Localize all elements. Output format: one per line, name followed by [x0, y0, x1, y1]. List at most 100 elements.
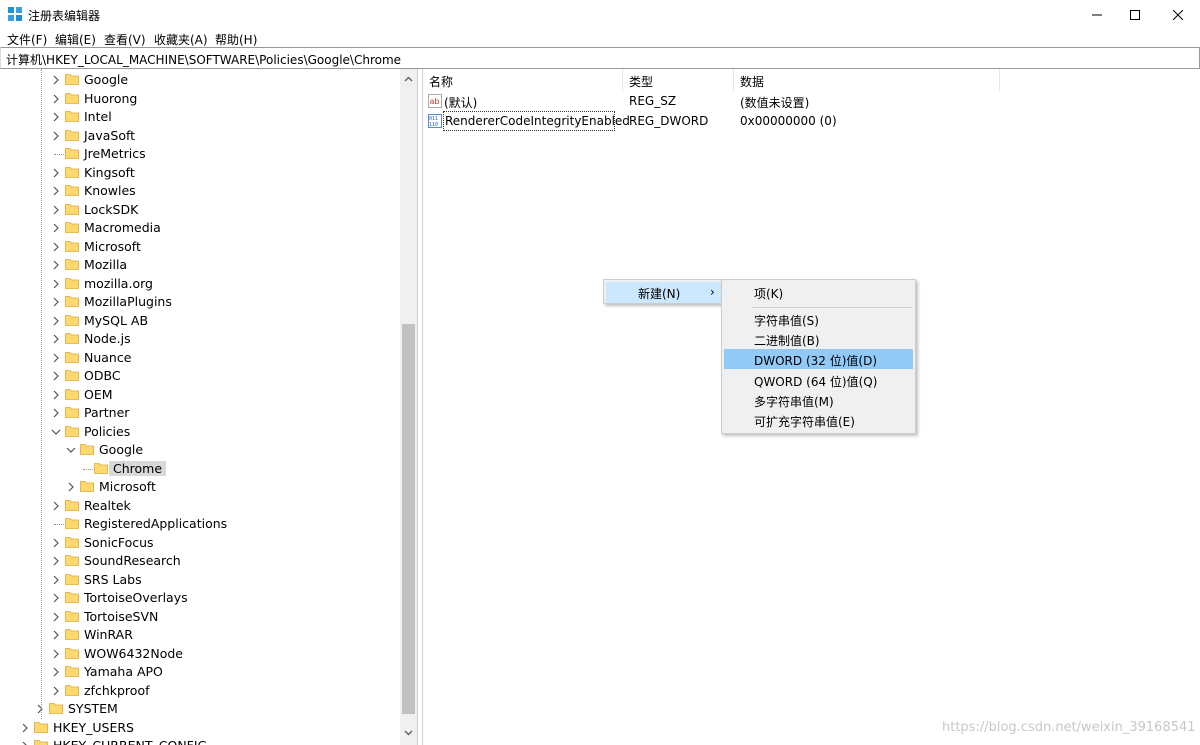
- column-header-data[interactable]: 数据: [734, 69, 1000, 91]
- chevron-right-icon[interactable]: [51, 168, 61, 178]
- tree-item[interactable]: mozilla.org: [0, 275, 400, 293]
- chevron-right-icon[interactable]: [51, 593, 61, 603]
- tree-item[interactable]: Google: [0, 441, 400, 459]
- column-header-name[interactable]: 名称: [423, 69, 623, 91]
- chevron-right-icon[interactable]: [51, 112, 61, 122]
- chevron-right-icon[interactable]: [51, 316, 61, 326]
- chevron-right-icon[interactable]: [51, 686, 61, 696]
- address-bar[interactable]: 计算机\HKEY_LOCAL_MACHINE\SOFTWARE\Policies…: [0, 47, 1200, 69]
- tree-item[interactable]: Google: [0, 71, 400, 89]
- scroll-up-icon[interactable]: [403, 74, 414, 85]
- tree-item[interactable]: SoundResearch: [0, 552, 400, 570]
- tree-item[interactable]: Microsoft: [0, 238, 400, 256]
- chevron-right-icon[interactable]: [51, 205, 61, 215]
- chevron-right-icon[interactable]: [51, 94, 61, 104]
- tree-item[interactable]: Knowles: [0, 182, 400, 200]
- tree-item[interactable]: MySQL AB: [0, 312, 400, 330]
- chevron-right-icon[interactable]: [51, 556, 61, 566]
- tree-item[interactable]: HKEY_CURRENT_CONFIG: [0, 737, 400, 745]
- chevron-right-icon[interactable]: [51, 279, 61, 289]
- chevron-right-icon[interactable]: [51, 242, 61, 252]
- chevron-right-icon[interactable]: [51, 612, 61, 622]
- context-menu-new[interactable]: 新建(N) ›: [606, 282, 722, 303]
- tree-item[interactable]: SonicFocus: [0, 534, 400, 552]
- chevron-right-icon[interactable]: [51, 186, 61, 196]
- chevron-right-icon[interactable]: [51, 390, 61, 400]
- column-header-type[interactable]: 类型: [623, 69, 734, 91]
- chevron-right-icon[interactable]: [35, 704, 45, 714]
- submenu-item-multi-string-value[interactable]: 多字符串值(M): [724, 390, 913, 410]
- chevron-right-icon[interactable]: [51, 353, 61, 363]
- tree-item[interactable]: Macromedia: [0, 219, 400, 237]
- chevron-right-icon[interactable]: [51, 297, 61, 307]
- menu-help[interactable]: 帮助(H): [215, 31, 257, 48]
- scroll-down-icon[interactable]: [403, 727, 414, 738]
- value-row[interactable]: 011 110 RendererCodeIntegrityEnabled REG…: [423, 111, 1200, 131]
- tree-item[interactable]: Huorong: [0, 90, 400, 108]
- tree-item[interactable]: TortoiseOverlays: [0, 589, 400, 607]
- submenu-item-qword-value[interactable]: QWORD (64 位)值(Q): [724, 370, 913, 390]
- chevron-right-icon[interactable]: [51, 630, 61, 640]
- tree-item[interactable]: Yamaha APO: [0, 663, 400, 681]
- chevron-right-icon[interactable]: [51, 667, 61, 677]
- chevron-right-icon[interactable]: [20, 741, 30, 745]
- chevron-down-icon[interactable]: [51, 427, 61, 437]
- value-row[interactable]: ab (默认) REG_SZ (数值未设置): [423, 91, 1200, 111]
- tree-item[interactable]: Microsoft: [0, 478, 400, 496]
- folder-icon: [65, 111, 79, 122]
- tree-item[interactable]: JavaSoft: [0, 127, 400, 145]
- tree-item[interactable]: Intel: [0, 108, 400, 126]
- submenu-item-label: DWORD (32 位)值(D): [754, 354, 877, 368]
- tree-item[interactable]: LockSDK: [0, 201, 400, 219]
- tree-item[interactable]: ODBC: [0, 367, 400, 385]
- chevron-right-icon[interactable]: [51, 408, 61, 418]
- chevron-right-icon[interactable]: [51, 131, 61, 141]
- folder-icon: [65, 314, 79, 326]
- chevron-right-icon[interactable]: [51, 223, 61, 233]
- chevron-right-icon[interactable]: [51, 575, 61, 585]
- chevron-right-icon[interactable]: [51, 334, 61, 344]
- chevron-down-icon[interactable]: [66, 445, 76, 455]
- submenu-item-key[interactable]: 项(K): [724, 282, 913, 302]
- chevron-right-icon[interactable]: [51, 371, 61, 381]
- scroll-thumb[interactable]: [402, 324, 415, 714]
- tree-item[interactable]: Mozilla: [0, 256, 400, 274]
- chevron-right-icon[interactable]: [51, 538, 61, 548]
- menu-file[interactable]: 文件(F): [7, 31, 47, 48]
- submenu-item-binary-value[interactable]: 二进制值(B): [724, 329, 913, 349]
- tree-item[interactable]: OEM: [0, 386, 400, 404]
- chevron-right-icon[interactable]: [20, 723, 30, 733]
- chevron-right-icon[interactable]: [51, 260, 61, 270]
- tree-item[interactable]: Partner: [0, 404, 400, 422]
- tree-item[interactable]: WOW6432Node: [0, 645, 400, 663]
- tree-item[interactable]: TortoiseSVN: [0, 608, 400, 626]
- tree-item[interactable]: HKEY_USERS: [0, 719, 400, 737]
- tree-item[interactable]: SRS Labs: [0, 571, 400, 589]
- submenu-item-string-value[interactable]: 字符串值(S): [724, 309, 913, 329]
- submenu-item-dword-value[interactable]: DWORD (32 位)值(D): [724, 349, 913, 369]
- chevron-right-icon[interactable]: [51, 649, 61, 659]
- tree-item[interactable]: Node.js: [0, 330, 400, 348]
- folder-icon: [65, 166, 79, 178]
- chevron-right-icon[interactable]: [51, 75, 61, 85]
- tree-item[interactable]: WinRAR: [0, 626, 400, 644]
- tree-item[interactable]: zfchkproof: [0, 682, 400, 700]
- chevron-right-icon[interactable]: [66, 482, 76, 492]
- menu-view[interactable]: 查看(V): [104, 31, 146, 48]
- tree-item[interactable]: Chrome: [0, 460, 400, 478]
- menu-edit[interactable]: 编辑(E): [55, 31, 96, 48]
- tree-scrollbar[interactable]: [400, 69, 417, 745]
- tree-item[interactable]: Nuance: [0, 349, 400, 367]
- submenu-item-expandable-string-value[interactable]: 可扩充字符串值(E): [724, 410, 913, 430]
- maximize-button[interactable]: [1112, 0, 1158, 30]
- tree-item[interactable]: Realtek: [0, 497, 400, 515]
- tree-item[interactable]: JreMetrics: [0, 145, 400, 163]
- tree-item[interactable]: Kingsoft: [0, 164, 400, 182]
- tree-item[interactable]: MozillaPlugins: [0, 293, 400, 311]
- tree-item[interactable]: Policies: [0, 423, 400, 441]
- tree-item[interactable]: SYSTEM: [0, 700, 400, 718]
- close-button[interactable]: [1155, 0, 1200, 30]
- chevron-right-icon[interactable]: [51, 501, 61, 511]
- tree-item[interactable]: RegisteredApplications: [0, 515, 400, 533]
- menu-favorites[interactable]: 收藏夹(A): [154, 31, 208, 48]
